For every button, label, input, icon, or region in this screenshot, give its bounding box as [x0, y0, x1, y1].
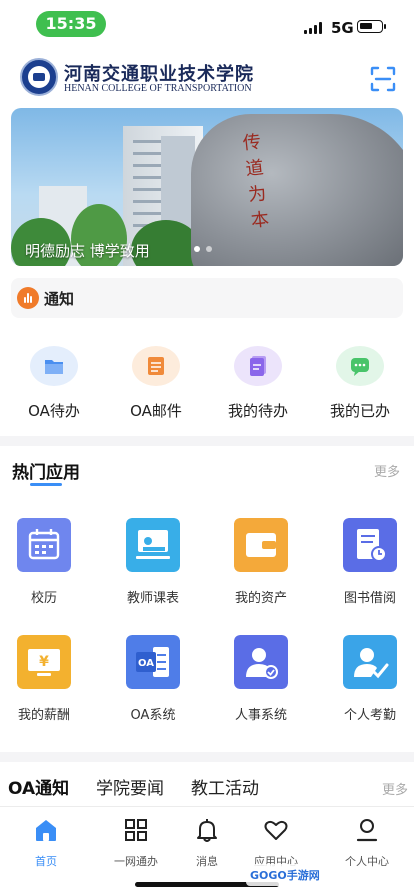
calendar-icon [17, 518, 71, 572]
battery-icon [357, 20, 386, 33]
section-divider [0, 752, 414, 762]
nav-label: 一网通办 [114, 855, 158, 868]
app-oa-system[interactable]: OA OA系统 [103, 635, 203, 735]
app-hr-system[interactable]: 人事系统 [211, 635, 311, 735]
watermark: GOGO手游网 [246, 864, 324, 886]
nav-messages[interactable]: 消息 [167, 815, 247, 871]
app-label: 个人考勤 [343, 708, 396, 723]
banner-dot[interactable] [194, 246, 200, 252]
app-label: 教师课表 [126, 591, 179, 606]
nav-home[interactable]: 首页 [6, 815, 86, 871]
app-attendance[interactable]: 个人考勤 [320, 635, 414, 735]
person-check-icon [234, 635, 288, 689]
home-icon [36, 820, 56, 841]
network-type: 5G [331, 19, 354, 37]
folder-icon [45, 360, 63, 374]
app-school-calendar[interactable]: 校历 [0, 518, 94, 618]
app-teacher-schedule[interactable]: 教师课表 [103, 518, 203, 618]
app-my-salary[interactable]: ¥ 我的薪酬 [0, 635, 94, 735]
nav-label: 个人中心 [345, 855, 389, 868]
quick-label: OA邮件 [130, 402, 182, 420]
nav-app-center[interactable]: 应用中心 [236, 815, 316, 871]
section-divider [0, 436, 414, 446]
hot-apps-title: 热门应用 [12, 463, 80, 483]
tab-staff-activities[interactable]: 教工活动 [191, 774, 259, 799]
quick-label: 我的已办 [329, 402, 390, 420]
svg-text:¥: ¥ [39, 654, 49, 670]
quick-label: OA待办 [28, 402, 80, 420]
school-logo [20, 58, 58, 96]
app-label: 图书借阅 [343, 591, 396, 606]
hot-apps-more-link[interactable]: 更多 [374, 461, 400, 480]
notice-label: 通知 [44, 290, 75, 308]
hot-apps-underline [30, 483, 62, 486]
person-icon [356, 819, 378, 842]
news-tabs: OA通知 学院要闻 教工活动 更多 [0, 774, 414, 804]
nav-label: 首页 [35, 855, 57, 868]
tab-oa-notice[interactable]: OA通知 [8, 774, 69, 799]
nav-one-stop[interactable]: 一网通办 [96, 815, 176, 871]
signal-icon [304, 22, 326, 34]
banner-caption: 明德励志 博学致用 [25, 242, 150, 260]
quick-label: 我的待办 [227, 402, 288, 420]
banner-stone [191, 114, 403, 266]
banner-dot[interactable] [206, 246, 212, 252]
scan-icon[interactable] [370, 66, 396, 92]
document-icon [250, 356, 266, 376]
attendance-icon [343, 635, 397, 689]
wallet-icon [234, 518, 288, 572]
quick-oa-mail[interactable]: OA邮件 [106, 340, 206, 426]
status-bar: 15:35 5G [0, 0, 414, 48]
nav-label: 消息 [196, 855, 218, 868]
app-library-borrow[interactable]: 图书借阅 [320, 518, 414, 618]
salary-icon: ¥ [17, 635, 71, 689]
app-my-assets[interactable]: 我的资产 [211, 518, 311, 618]
tab-college-news[interactable]: 学院要闻 [96, 774, 164, 799]
status-time: 15:35 [36, 11, 106, 37]
mail-icon [148, 357, 164, 375]
campus-banner[interactable]: 传道为本 明德励志 博学致用 [11, 108, 403, 266]
school-name-en: HENAN COLLEGE OF TRANSPORTATION [64, 83, 252, 94]
chat-icon [351, 358, 369, 376]
grid-icon [125, 819, 147, 841]
sound-wave-icon [17, 287, 39, 309]
app-label: 我的薪酬 [17, 708, 70, 723]
book-icon [343, 518, 397, 572]
app-label: OA系统 [130, 708, 176, 723]
office-icon: OA [126, 635, 180, 689]
app-label: 人事系统 [234, 708, 287, 723]
svg-text:OA: OA [138, 658, 154, 669]
nav-profile[interactable]: 个人中心 [327, 815, 407, 871]
quick-my-done[interactable]: 我的已办 [310, 340, 410, 426]
heart-icon [264, 820, 288, 840]
app-label: 我的资产 [234, 591, 287, 606]
presentation-icon [126, 518, 180, 572]
news-more-link[interactable]: 更多 [382, 779, 408, 798]
app-header: 河南交通职业技术学院 HENAN COLLEGE OF TRANSPORTATI… [0, 56, 414, 102]
quick-my-todo[interactable]: 我的待办 [208, 340, 308, 426]
bell-icon [197, 819, 217, 842]
app-label: 校历 [30, 591, 57, 606]
notice-bar[interactable]: 通知 [11, 278, 403, 318]
quick-oa-todo[interactable]: OA待办 [4, 340, 104, 426]
quick-actions: OA待办 OA邮件 我的待办 我的已办 [0, 340, 414, 426]
